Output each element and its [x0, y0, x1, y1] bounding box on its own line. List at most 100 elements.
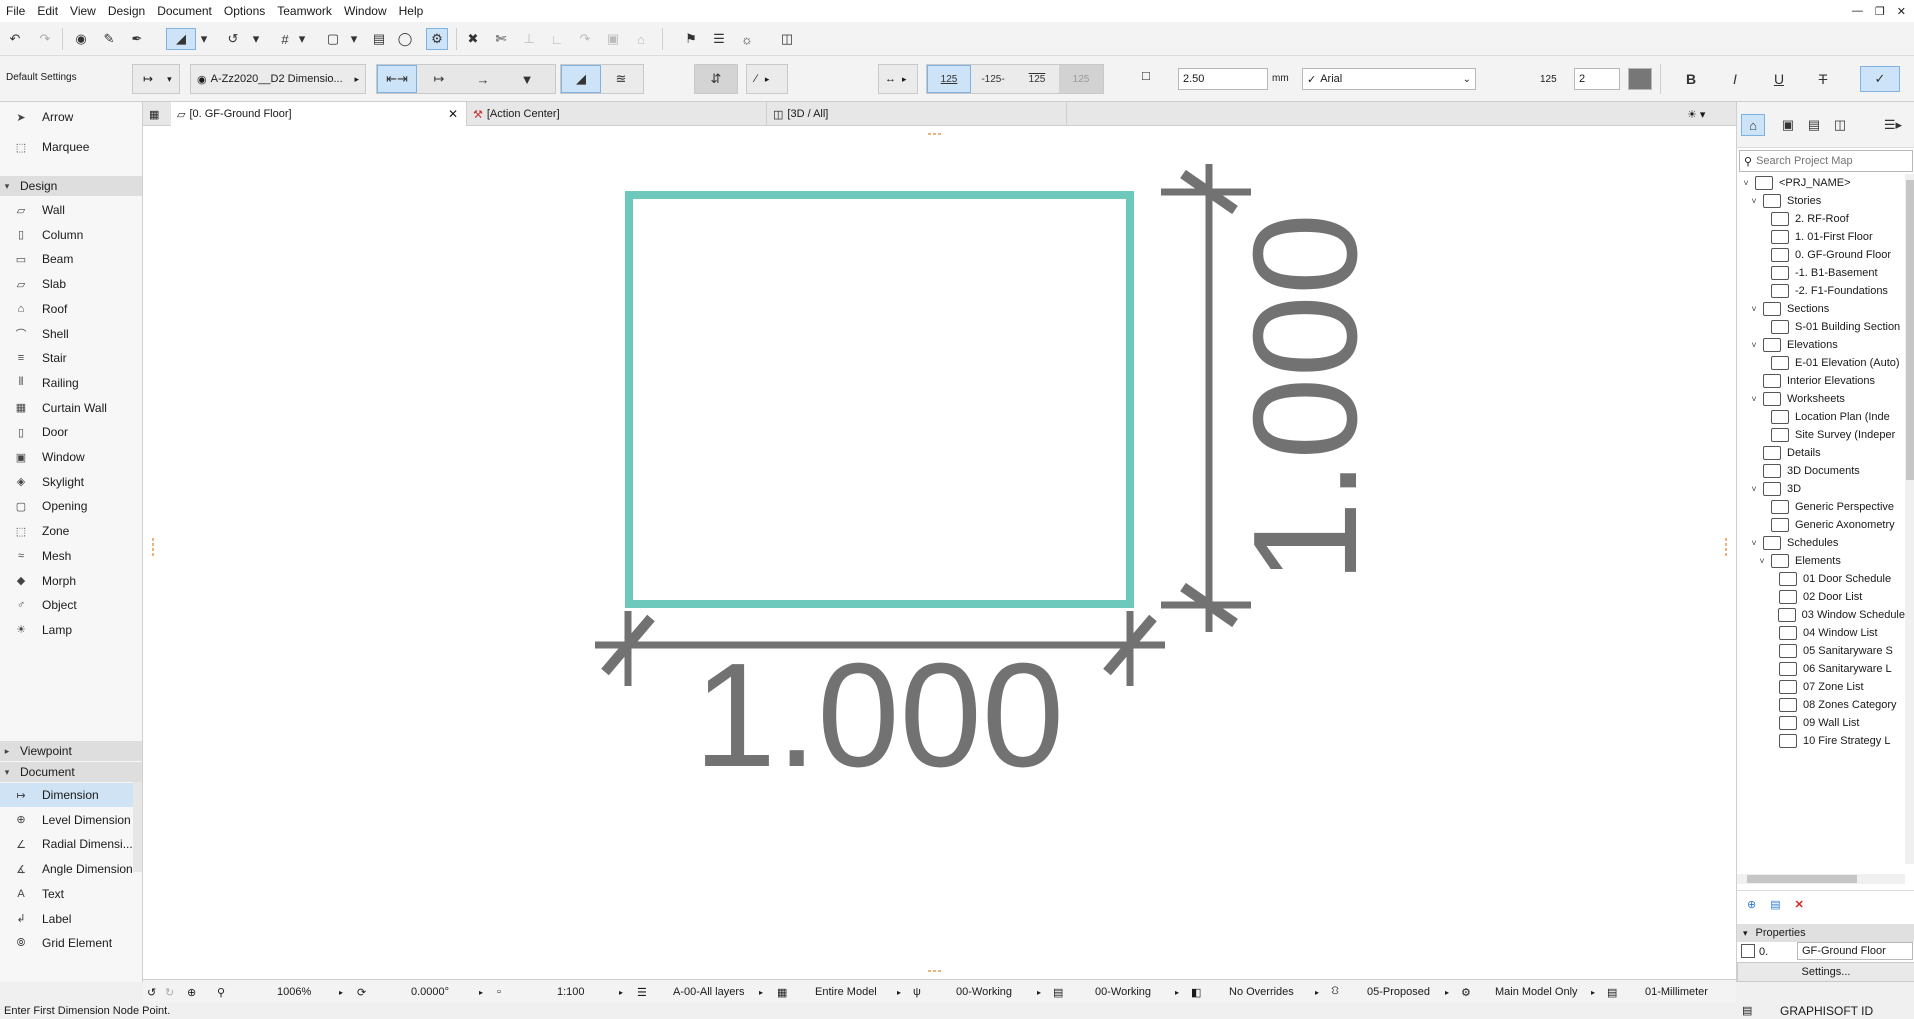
- chained-dimension-icon[interactable]: ↦: [417, 65, 461, 93]
- tree-item[interactable]: -2. F1-Foundations: [1737, 282, 1905, 300]
- tree-item[interactable]: 06 Sanitaryware L: [1737, 660, 1905, 678]
- chevron-down-icon[interactable]: ˅: [1741, 178, 1751, 188]
- marker-type-group[interactable]: ∕ ▸: [746, 64, 788, 94]
- chevron-right-icon[interactable]: ▸: [479, 980, 483, 1004]
- tree-item[interactable]: 01 Door Schedule: [1737, 570, 1905, 588]
- search-field[interactable]: ⚲: [1739, 150, 1913, 172]
- text-above-option[interactable]: 125: [927, 65, 971, 93]
- font-size-input[interactable]: 2.50: [1178, 68, 1268, 90]
- tree-item[interactable]: ˅ Schedules: [1737, 534, 1905, 552]
- add-view-icon[interactable]: ⊕: [1747, 898, 1756, 911]
- delete-icon[interactable]: ✕: [1795, 898, 1804, 911]
- tool-wall[interactable]: ▱ Wall: [0, 198, 142, 222]
- strikethrough-button[interactable]: T: [1812, 68, 1834, 90]
- tree-item[interactable]: Location Plan (Inde: [1737, 408, 1905, 426]
- text-style-icon[interactable]: ✓: [1860, 66, 1900, 92]
- graphisoft-id-label[interactable]: GRAPHISOFT ID: [1780, 1003, 1873, 1019]
- tree-item[interactable]: 07 Zone List: [1737, 678, 1905, 696]
- 3d-view-icon[interactable]: ◫: [776, 28, 798, 50]
- menu-document[interactable]: Document: [151, 0, 218, 22]
- overrides-value[interactable]: No Overrides: [1229, 980, 1294, 1004]
- view-options-icon[interactable]: ☀ ▾: [1681, 102, 1736, 126]
- tree-item[interactable]: ˅ Worksheets: [1737, 390, 1905, 408]
- text-below-option[interactable]: 125: [1015, 65, 1059, 93]
- tool-marquee[interactable]: ⬚ Marquee: [0, 132, 142, 162]
- angle-value[interactable]: 0.0000°: [411, 980, 449, 1004]
- zoom-in-icon[interactable]: ⊕: [187, 980, 196, 1004]
- underline-button[interactable]: U: [1768, 68, 1790, 90]
- tool-column[interactable]: ▯ Column: [0, 223, 142, 247]
- chevron-down-icon[interactable]: ▾: [348, 28, 360, 50]
- search-input[interactable]: [1756, 155, 1897, 167]
- clone-icon[interactable]: ▤: [1770, 898, 1780, 911]
- properties-name-field[interactable]: GF-Ground Floor: [1797, 942, 1913, 960]
- fillet-icon[interactable]: ↷: [574, 28, 596, 50]
- square-shape[interactable]: [625, 191, 1134, 608]
- linear-dimension-icon[interactable]: ⇤⇥: [377, 65, 417, 93]
- intersect-icon[interactable]: ∟: [546, 28, 568, 50]
- hscroll-thumb[interactable]: [1747, 875, 1857, 883]
- menu-window[interactable]: Window: [338, 0, 393, 22]
- offset-icon[interactable]: ▣: [602, 28, 624, 50]
- tool-zone[interactable]: ⬚ Zone: [0, 519, 142, 543]
- guide-lines-icon[interactable]: ◢: [166, 28, 196, 50]
- tool-window[interactable]: ▣ Window: [0, 445, 142, 469]
- inject-icon[interactable]: ✒: [126, 28, 148, 50]
- menu-icon[interactable]: ☰▸: [1875, 114, 1911, 136]
- undo-view-icon[interactable]: ↺: [147, 980, 156, 1004]
- tree-item[interactable]: ˅ <PRJ_NAME>: [1737, 174, 1905, 192]
- tree-item[interactable]: ˅ Elements: [1737, 552, 1905, 570]
- tab-action-center[interactable]: ⚒ [Action Center]: [467, 102, 767, 126]
- grid-snap-icon[interactable]: #: [274, 28, 296, 50]
- rotate-icon[interactable]: ⟳: [357, 980, 366, 1004]
- dimension-type-selector[interactable]: ↦ ▾: [132, 64, 180, 94]
- layer-combination-value[interactable]: A-00-All layers: [673, 980, 745, 1004]
- chevron-right-icon[interactable]: ▸: [339, 980, 343, 1004]
- tree-item[interactable]: Generic Axonometry: [1737, 516, 1905, 534]
- layout-book-icon[interactable]: ▤: [1803, 114, 1825, 136]
- adjust-icon[interactable]: ⊥: [518, 28, 540, 50]
- vertical-dimension-text[interactable]: 1.000: [1223, 213, 1388, 583]
- chevron-right-icon[interactable]: ▸: [1591, 980, 1595, 1004]
- tool-mesh[interactable]: ≈ Mesh: [0, 544, 142, 568]
- tree-hscrollbar[interactable]: [1737, 874, 1905, 884]
- issue-icon[interactable]: ☰: [708, 28, 730, 50]
- diagonal-method-icon[interactable]: ◢: [561, 65, 601, 93]
- chevron-down-icon[interactable]: ˅: [1749, 196, 1759, 206]
- menu-file[interactable]: File: [0, 0, 31, 22]
- chevron-right-icon[interactable]: ▸: [1445, 980, 1449, 1004]
- renovation-value[interactable]: 05-Proposed: [1367, 980, 1430, 1004]
- chevron-down-icon[interactable]: ˅: [1749, 340, 1759, 350]
- font-selector[interactable]: ✓ Arial ⌄: [1302, 68, 1476, 90]
- tree-item[interactable]: ˅ 3D: [1737, 480, 1905, 498]
- tree-item[interactable]: 08 Zones Category: [1737, 696, 1905, 714]
- chevron-down-icon[interactable]: ▾: [296, 28, 308, 50]
- chevron-right-icon[interactable]: ▸: [1037, 980, 1041, 1004]
- chevron-right-icon[interactable]: ▸: [897, 980, 901, 1004]
- undo-icon[interactable]: ↶: [4, 28, 26, 50]
- tree-item[interactable]: Generic Perspective: [1737, 498, 1905, 516]
- chevron-right-icon[interactable]: ▸: [759, 980, 763, 1004]
- tree-item[interactable]: Site Survey (Indeper: [1737, 426, 1905, 444]
- chevron-right-icon[interactable]: ▸: [1175, 980, 1179, 1004]
- tool-beam[interactable]: ▭ Beam: [0, 247, 142, 271]
- chevron-right-icon[interactable]: ▸: [619, 980, 623, 1004]
- magic-wand-icon[interactable]: ⚙: [426, 28, 448, 50]
- tree-item[interactable]: ˅ Sections: [1737, 300, 1905, 318]
- tree-item[interactable]: Interior Elevations: [1737, 372, 1905, 390]
- tool-radial-dimension[interactable]: ∠ Radial Dimensi...: [0, 832, 142, 856]
- tool-object[interactable]: ♂ Object: [0, 593, 142, 617]
- dimension-standard-value[interactable]: 01-Millimeter: [1645, 980, 1708, 1004]
- tree-item[interactable]: 2. RF-Roof: [1737, 210, 1905, 228]
- tool-dimension[interactable]: ↦ Dimension: [0, 783, 142, 807]
- menu-help[interactable]: Help: [393, 0, 430, 22]
- category-viewpoint[interactable]: ▸ Viewpoint: [0, 741, 142, 761]
- zoom-icon[interactable]: ⚲: [217, 980, 225, 1004]
- tool-door[interactable]: ▯ Door: [0, 420, 142, 444]
- menu-edit[interactable]: Edit: [31, 0, 64, 22]
- menu-options[interactable]: Options: [218, 0, 271, 22]
- tree-item[interactable]: 05 Sanitaryware S: [1737, 642, 1905, 660]
- tool-skylight[interactable]: ◈ Skylight: [0, 470, 142, 494]
- model-option-value[interactable]: 00-Working: [1095, 980, 1151, 1004]
- tab-list-icon[interactable]: ▦: [143, 102, 171, 126]
